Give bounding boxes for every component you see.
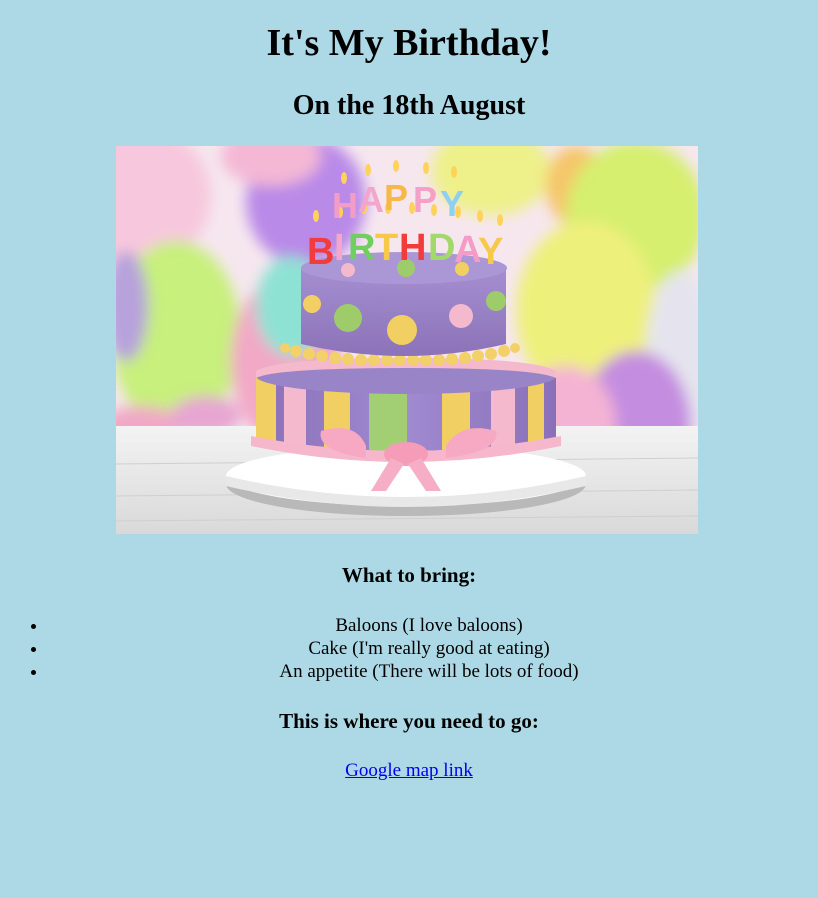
svg-text:B: B xyxy=(307,231,334,273)
bring-list: Baloons (I love baloons) Cake (I'm reall… xyxy=(8,614,810,683)
svg-text:A: A xyxy=(358,179,384,220)
page-subtitle-date: On the 18th August xyxy=(292,90,526,121)
svg-text:Y: Y xyxy=(440,183,464,224)
bring-heading: What to bring: xyxy=(341,563,477,587)
svg-text:H: H xyxy=(399,227,426,269)
svg-text:H: H xyxy=(332,185,358,226)
svg-text:P: P xyxy=(384,177,408,218)
list-item: Cake (I'm really good at eating) xyxy=(48,637,810,660)
page: It's My Birthday! On the 18th August H A… xyxy=(0,0,818,782)
svg-text:T: T xyxy=(375,227,398,269)
birthday-cake-image: H A P P Y B I R T H D A Y xyxy=(116,146,698,534)
svg-text:Y: Y xyxy=(478,231,503,273)
svg-text:P: P xyxy=(413,179,437,220)
list-item: An appetite (There will be lots of food) xyxy=(48,660,810,683)
google-map-link[interactable]: Google map link xyxy=(345,759,473,782)
page-title: It's My Birthday! xyxy=(266,22,552,64)
svg-text:R: R xyxy=(348,227,375,269)
svg-text:D: D xyxy=(428,227,455,269)
svg-text:I: I xyxy=(334,227,345,269)
location-heading: This is where you need to go: xyxy=(279,709,539,733)
list-item: Baloons (I love baloons) xyxy=(48,614,810,637)
